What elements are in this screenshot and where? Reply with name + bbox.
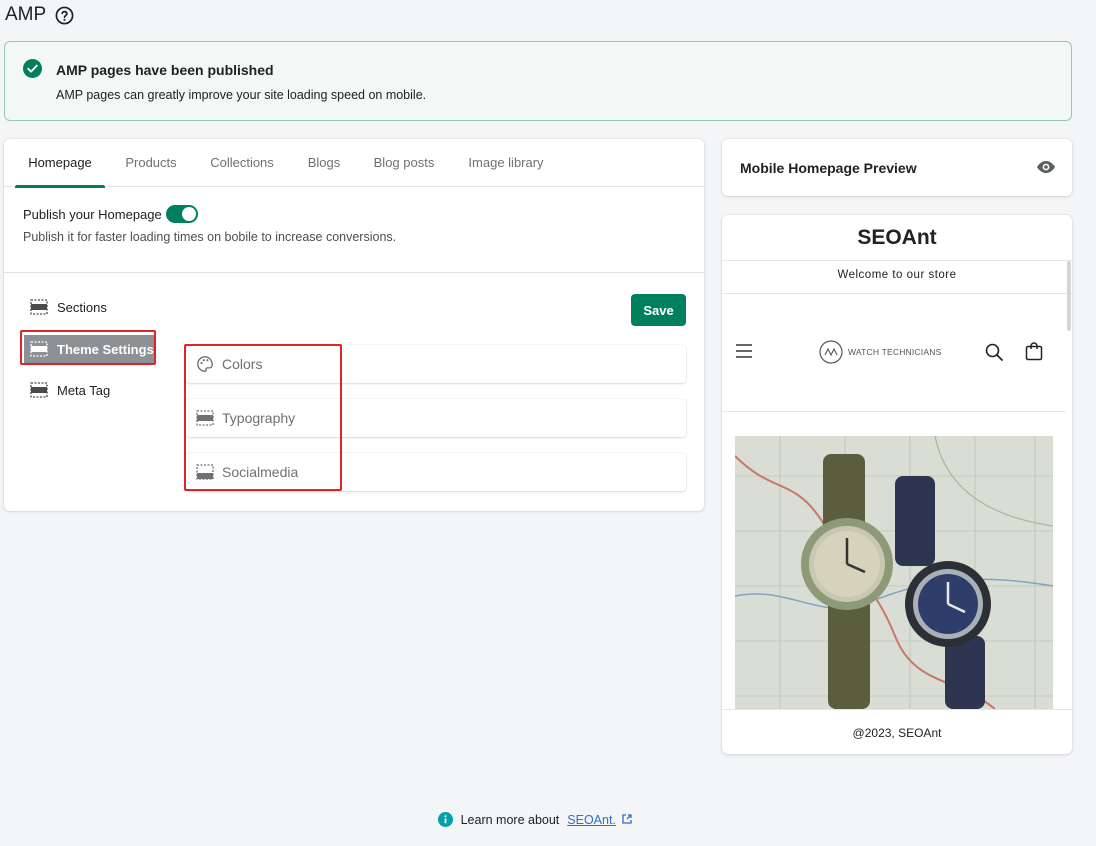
publish-label: Publish your Homepage — [23, 207, 162, 222]
announcement-bar: Welcome to our store — [837, 269, 957, 281]
divider — [4, 272, 704, 273]
banner-title: AMP pages have been published — [56, 62, 274, 78]
publish-description: Publish it for faster loading times on b… — [23, 230, 397, 244]
footer-text: Learn more about — [460, 812, 560, 827]
toggle-knob — [182, 207, 196, 221]
copyright-text: @2023, SEOAnt — [852, 726, 942, 740]
footer-help: Learn more about SEOAnt. — [0, 812, 1070, 827]
sidebar-item-label: Meta Tag — [57, 382, 111, 398]
success-banner: AMP pages have been published AMP pages … — [4, 41, 1072, 121]
divider — [722, 293, 1072, 294]
tab-image-library[interactable]: Image library — [460, 139, 552, 187]
checkmark-circle-icon — [23, 59, 42, 78]
divider — [722, 709, 1072, 710]
sidebar-item-label: Sections — [57, 299, 107, 315]
logo-text: WATCH TECHNICIANS — [848, 347, 942, 357]
section-icon — [30, 341, 48, 357]
shopping-bag-icon[interactable] — [1024, 341, 1044, 361]
section-icon — [196, 410, 214, 426]
tab-homepage[interactable]: Homepage — [15, 139, 105, 188]
section-icon — [196, 464, 214, 480]
hero-image-watches[interactable] — [735, 436, 1053, 709]
amp-settings-card: Homepage Products Collections Blogs Blog… — [4, 139, 704, 511]
publish-toggle[interactable] — [166, 205, 198, 223]
sidebar-item-label: Theme Settings — [57, 341, 154, 357]
page-header: AMP — [5, 4, 74, 26]
page-title: AMP — [5, 4, 47, 25]
footer-link-wrap[interactable]: SEOAnt. — [567, 813, 633, 827]
preview-scrollbar[interactable] — [1067, 261, 1071, 331]
watch-logo-icon — [819, 340, 843, 364]
store-logo[interactable]: WATCH TECHNICIANS — [818, 339, 941, 365]
eye-icon[interactable] — [1036, 158, 1056, 176]
setting-row-colors[interactable]: Colors — [186, 345, 686, 383]
tab-bar: Homepage Products Collections Blogs Blog… — [4, 139, 704, 188]
divider — [722, 411, 1066, 412]
setting-row-socialmedia[interactable]: Socialmedia — [186, 453, 686, 491]
preview-header-card: Mobile Homepage Preview — [722, 139, 1072, 196]
sidebar-item-theme-settings[interactable]: Theme Settings — [24, 335, 154, 363]
sidebar-item-sections[interactable]: Sections — [24, 293, 107, 321]
banner-text: AMP pages can greatly improve your site … — [56, 88, 427, 102]
setting-label: Typography — [222, 410, 296, 426]
store-name: SEOAnt — [857, 226, 937, 249]
mobile-preview: SEOAnt Welcome to our store WATCH TECHNI… — [722, 215, 1072, 754]
save-button[interactable]: Save — [631, 294, 686, 326]
setting-row-typography[interactable]: Typography — [186, 399, 686, 437]
footer-link[interactable]: SEOAnt. — [567, 813, 616, 827]
sidebar-item-meta-tag[interactable]: Meta Tag — [24, 376, 110, 404]
palette-icon — [197, 356, 213, 372]
setting-label: Colors — [222, 356, 263, 372]
tab-blogs[interactable]: Blogs — [298, 139, 350, 187]
preview-title: Mobile Homepage Preview — [740, 160, 917, 176]
help-icon[interactable] — [55, 6, 74, 25]
search-icon[interactable] — [984, 342, 1004, 362]
section-icon — [30, 382, 48, 398]
divider — [722, 260, 1072, 261]
hamburger-menu-icon[interactable] — [734, 342, 754, 360]
tab-blog-posts[interactable]: Blog posts — [364, 139, 444, 187]
setting-label: Socialmedia — [222, 464, 299, 480]
tab-products[interactable]: Products — [115, 139, 187, 187]
tab-collections[interactable]: Collections — [200, 139, 284, 187]
section-icon — [30, 299, 48, 315]
external-link-icon[interactable] — [622, 813, 633, 824]
info-icon — [437, 812, 453, 827]
